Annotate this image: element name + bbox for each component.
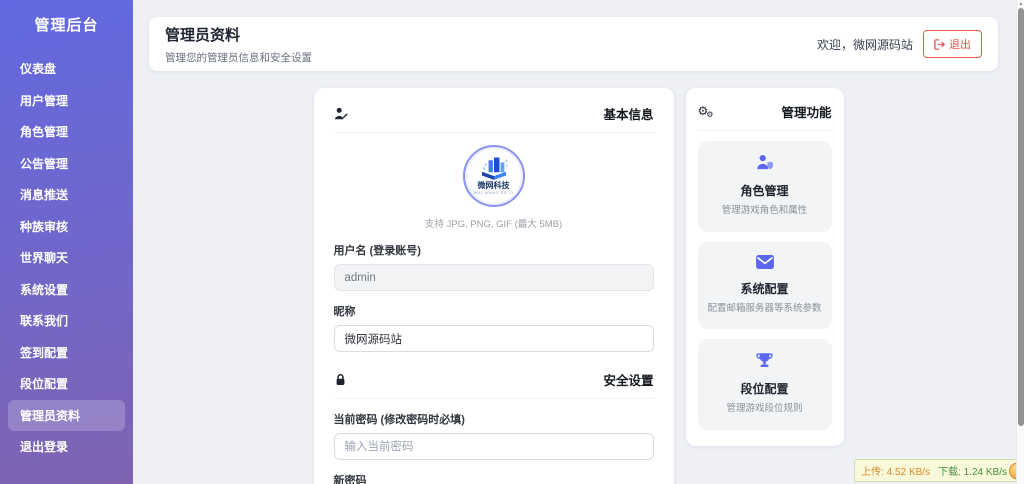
avatar-upload-hint: 支持 JPG, PNG, GIF (最大 5MB) — [424, 219, 563, 230]
func-item-system-config[interactable]: 系统配置 配置邮箱服务器等系统参数 — [697, 241, 832, 330]
security-title: 安全设置 — [603, 374, 654, 388]
logout-button[interactable]: 退出 — [923, 30, 982, 58]
functions-title: 管理功能 — [781, 106, 832, 120]
sidebar-item-announcements[interactable]: 公告管理 — [8, 148, 125, 180]
func-desc: 管理游戏段位规则 — [726, 403, 803, 415]
sidebar-nav: 仪表盘 用户管理 角色管理 公告管理 消息推送 种族审核 世界聊天 系统设置 联… — [0, 53, 133, 463]
nickname-label: 昵称 — [333, 306, 356, 318]
new-password-label: 新密码 — [333, 475, 367, 484]
sidebar-item-roles[interactable]: 角色管理 — [8, 116, 125, 148]
current-password-input[interactable] — [333, 433, 654, 460]
sidebar-item-push[interactable]: 消息推送 — [8, 179, 125, 211]
company-logo-icon — [479, 157, 509, 181]
sidebar-item-contact[interactable]: 联系我们 — [8, 305, 125, 337]
download-speed: 下载: 1.24 KB/s — [938, 467, 1007, 478]
mail-icon — [755, 254, 774, 269]
logout-label: 退出 — [949, 39, 971, 51]
func-item-rank-config[interactable]: 段位配置 管理游戏段位规则 — [697, 339, 832, 431]
logo-title: 微网科技 — [477, 180, 510, 190]
username-input[interactable] — [333, 264, 654, 291]
welcome-text: 欢迎，微网源码站 — [816, 37, 913, 52]
network-monitor-badge: 上传: 4.52 KB/s 下载: 1.24 KB/s — [854, 459, 1024, 482]
sidebar-item-dashboard[interactable]: 仪表盘 — [8, 53, 125, 85]
scrollbar-thumb[interactable] — [1018, 8, 1024, 426]
security-section-head: 安全设置 — [333, 370, 654, 399]
func-item-role-management[interactable]: 角色管理 管理游戏角色和属性 — [697, 141, 832, 232]
func-desc: 管理游戏角色和属性 — [721, 205, 808, 216]
avatar-area: 微网科技 WEI WANG KE JI 支持 JPG, PNG, GIF (最大… — [334, 133, 654, 230]
username-label: 用户名 (登录账号) — [333, 245, 421, 257]
upload-speed: 上传: 4.52 KB/s — [861, 467, 931, 478]
sidebar-item-rank-config[interactable]: 段位配置 — [8, 368, 125, 400]
logo-subtitle: WEI WANG KE JI — [473, 190, 514, 196]
logout-icon — [934, 38, 945, 50]
app-brand: 管理后台 — [34, 17, 99, 34]
user-edit-icon — [334, 107, 348, 121]
func-desc: 配置邮箱服务器等系统参数 — [707, 302, 822, 314]
current-password-label: 当前密码 (修改密码时必填) — [333, 414, 465, 426]
nickname-input[interactable] — [333, 325, 654, 352]
sidebar-item-users[interactable]: 用户管理 — [8, 85, 125, 117]
functions-section-head: ⚙⚙ 管理功能 — [697, 102, 832, 131]
user-shield-icon — [756, 154, 774, 171]
sidebar-item-world-chat[interactable]: 世界聊天 — [8, 242, 125, 274]
func-title: 段位配置 — [740, 382, 789, 397]
lock-icon — [334, 373, 347, 386]
func-title: 系统配置 — [740, 281, 789, 296]
trophy-icon — [756, 352, 773, 369]
sidebar-item-logout[interactable]: 退出登录 — [8, 431, 125, 463]
page-header: 管理员资料 管理您的管理员信息和安全设置 欢迎，微网源码站 退出 — [149, 17, 998, 71]
avatar[interactable]: 微网科技 WEI WANG KE JI — [462, 145, 525, 207]
scrollbar-up-arrow[interactable]: ▲ — [1018, 1, 1024, 7]
profile-card: 基本信息 微网科技 WEI WANG KE JI 支持 JPG, PNG, GI… — [313, 88, 674, 484]
gears-icon: ⚙⚙ — [697, 103, 714, 119]
header-right: 欢迎，微网源码站 退出 — [817, 30, 982, 58]
page-header-text: 管理员资料 管理您的管理员信息和安全设置 — [165, 24, 312, 65]
sidebar: 管理后台 仪表盘 用户管理 角色管理 公告管理 消息推送 种族审核 世界聊天 系… — [0, 0, 133, 484]
sidebar-item-system-settings[interactable]: 系统设置 — [8, 274, 125, 306]
page-title: 管理员资料 — [165, 26, 241, 44]
sidebar-item-admin-profile[interactable]: 管理员资料 — [8, 399, 125, 431]
cards-row: 基本信息 微网科技 WEI WANG KE JI 支持 JPG, PNG, GI… — [133, 88, 1024, 484]
sidebar-item-race-review[interactable]: 种族审核 — [8, 211, 125, 243]
sidebar-item-checkin-config[interactable]: 签到配置 — [8, 337, 125, 369]
main-content: 管理员资料 管理您的管理员信息和安全设置 欢迎，微网源码站 退出 基本信息 微网… — [133, 0, 1024, 484]
page-subtitle: 管理您的管理员信息和安全设置 — [165, 51, 312, 64]
basic-info-section-head: 基本信息 — [333, 104, 654, 133]
page-scrollbar[interactable]: ▲ — [1016, 0, 1024, 484]
admin-functions-card: ⚙⚙ 管理功能 角色管理 管理游戏角色和属性 系统配置 配置邮箱服务器等系统参数 — [685, 88, 844, 447]
func-title: 角色管理 — [740, 184, 789, 198]
basic-info-title: 基本信息 — [603, 108, 654, 122]
